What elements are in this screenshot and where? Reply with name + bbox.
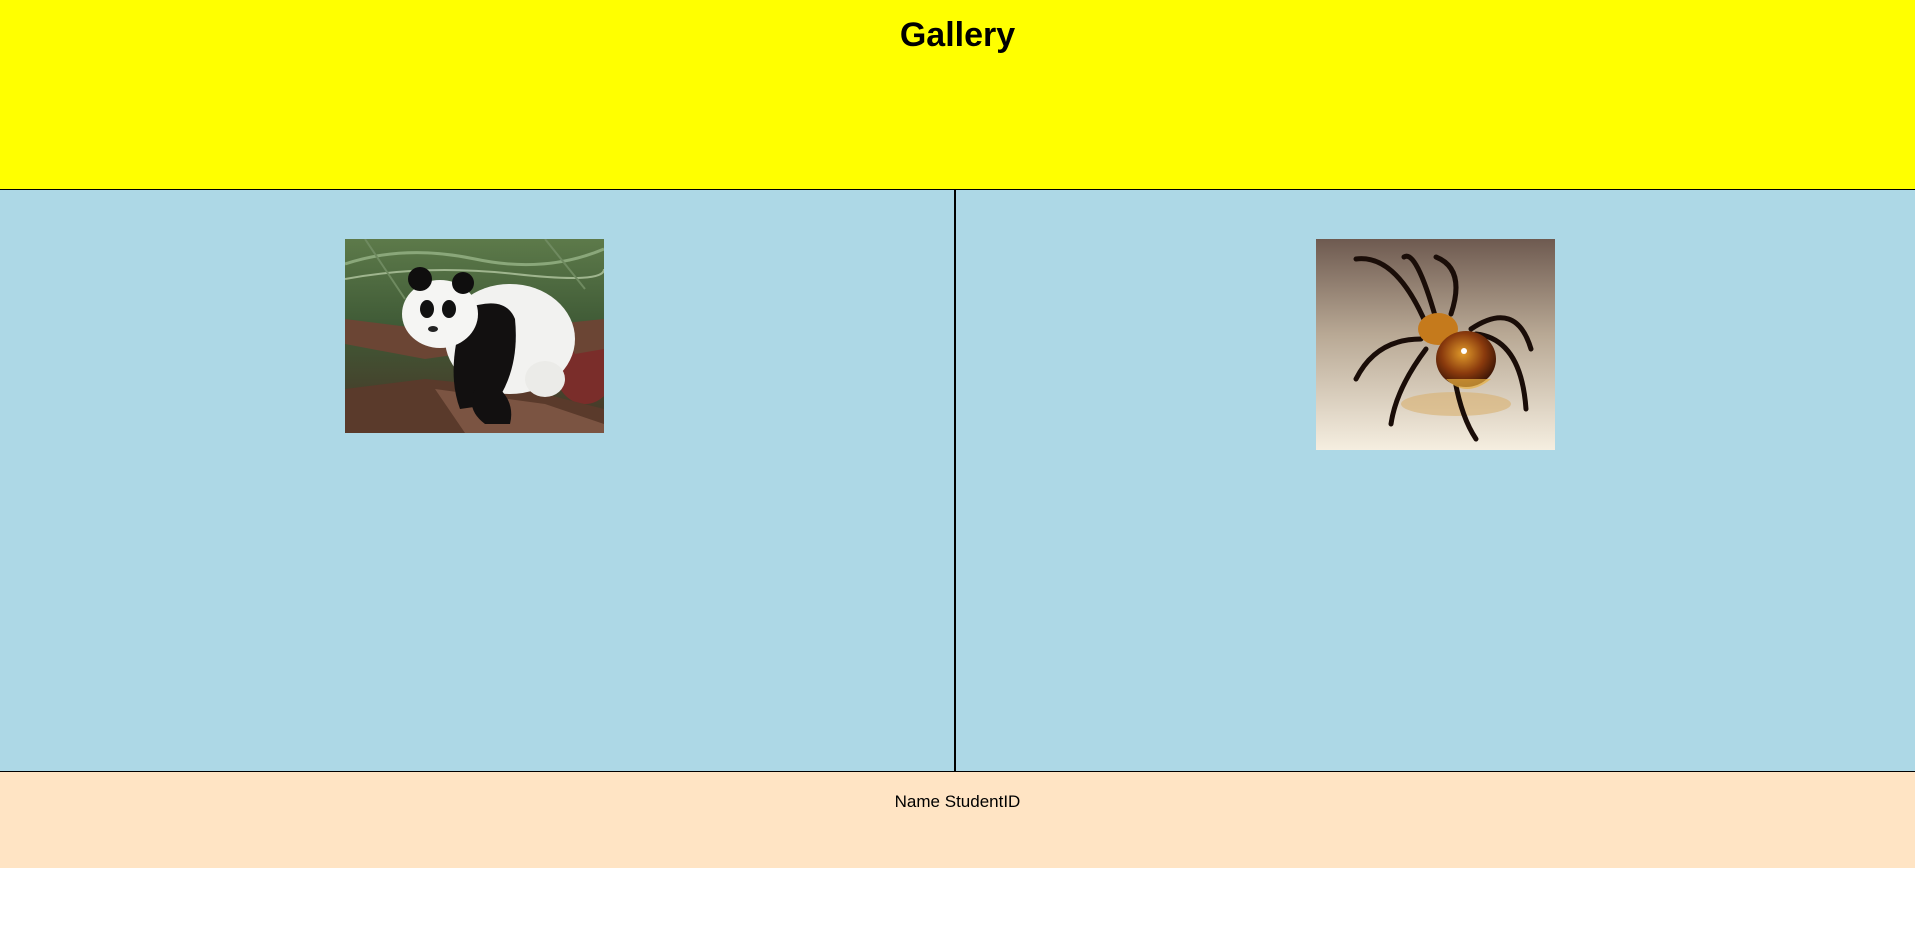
panda-photo — [345, 239, 604, 433]
page-title: Gallery — [899, 16, 1016, 54]
spider-photo — [1316, 239, 1555, 450]
gallery-main — [0, 190, 1915, 772]
page-footer: Name StudentID — [0, 771, 1915, 868]
page-header: Gallery — [0, 0, 1915, 190]
gallery-panel-left — [0, 190, 956, 772]
gallery-panel-right — [956, 190, 1915, 772]
footer-text: Name StudentID — [894, 792, 1021, 811]
